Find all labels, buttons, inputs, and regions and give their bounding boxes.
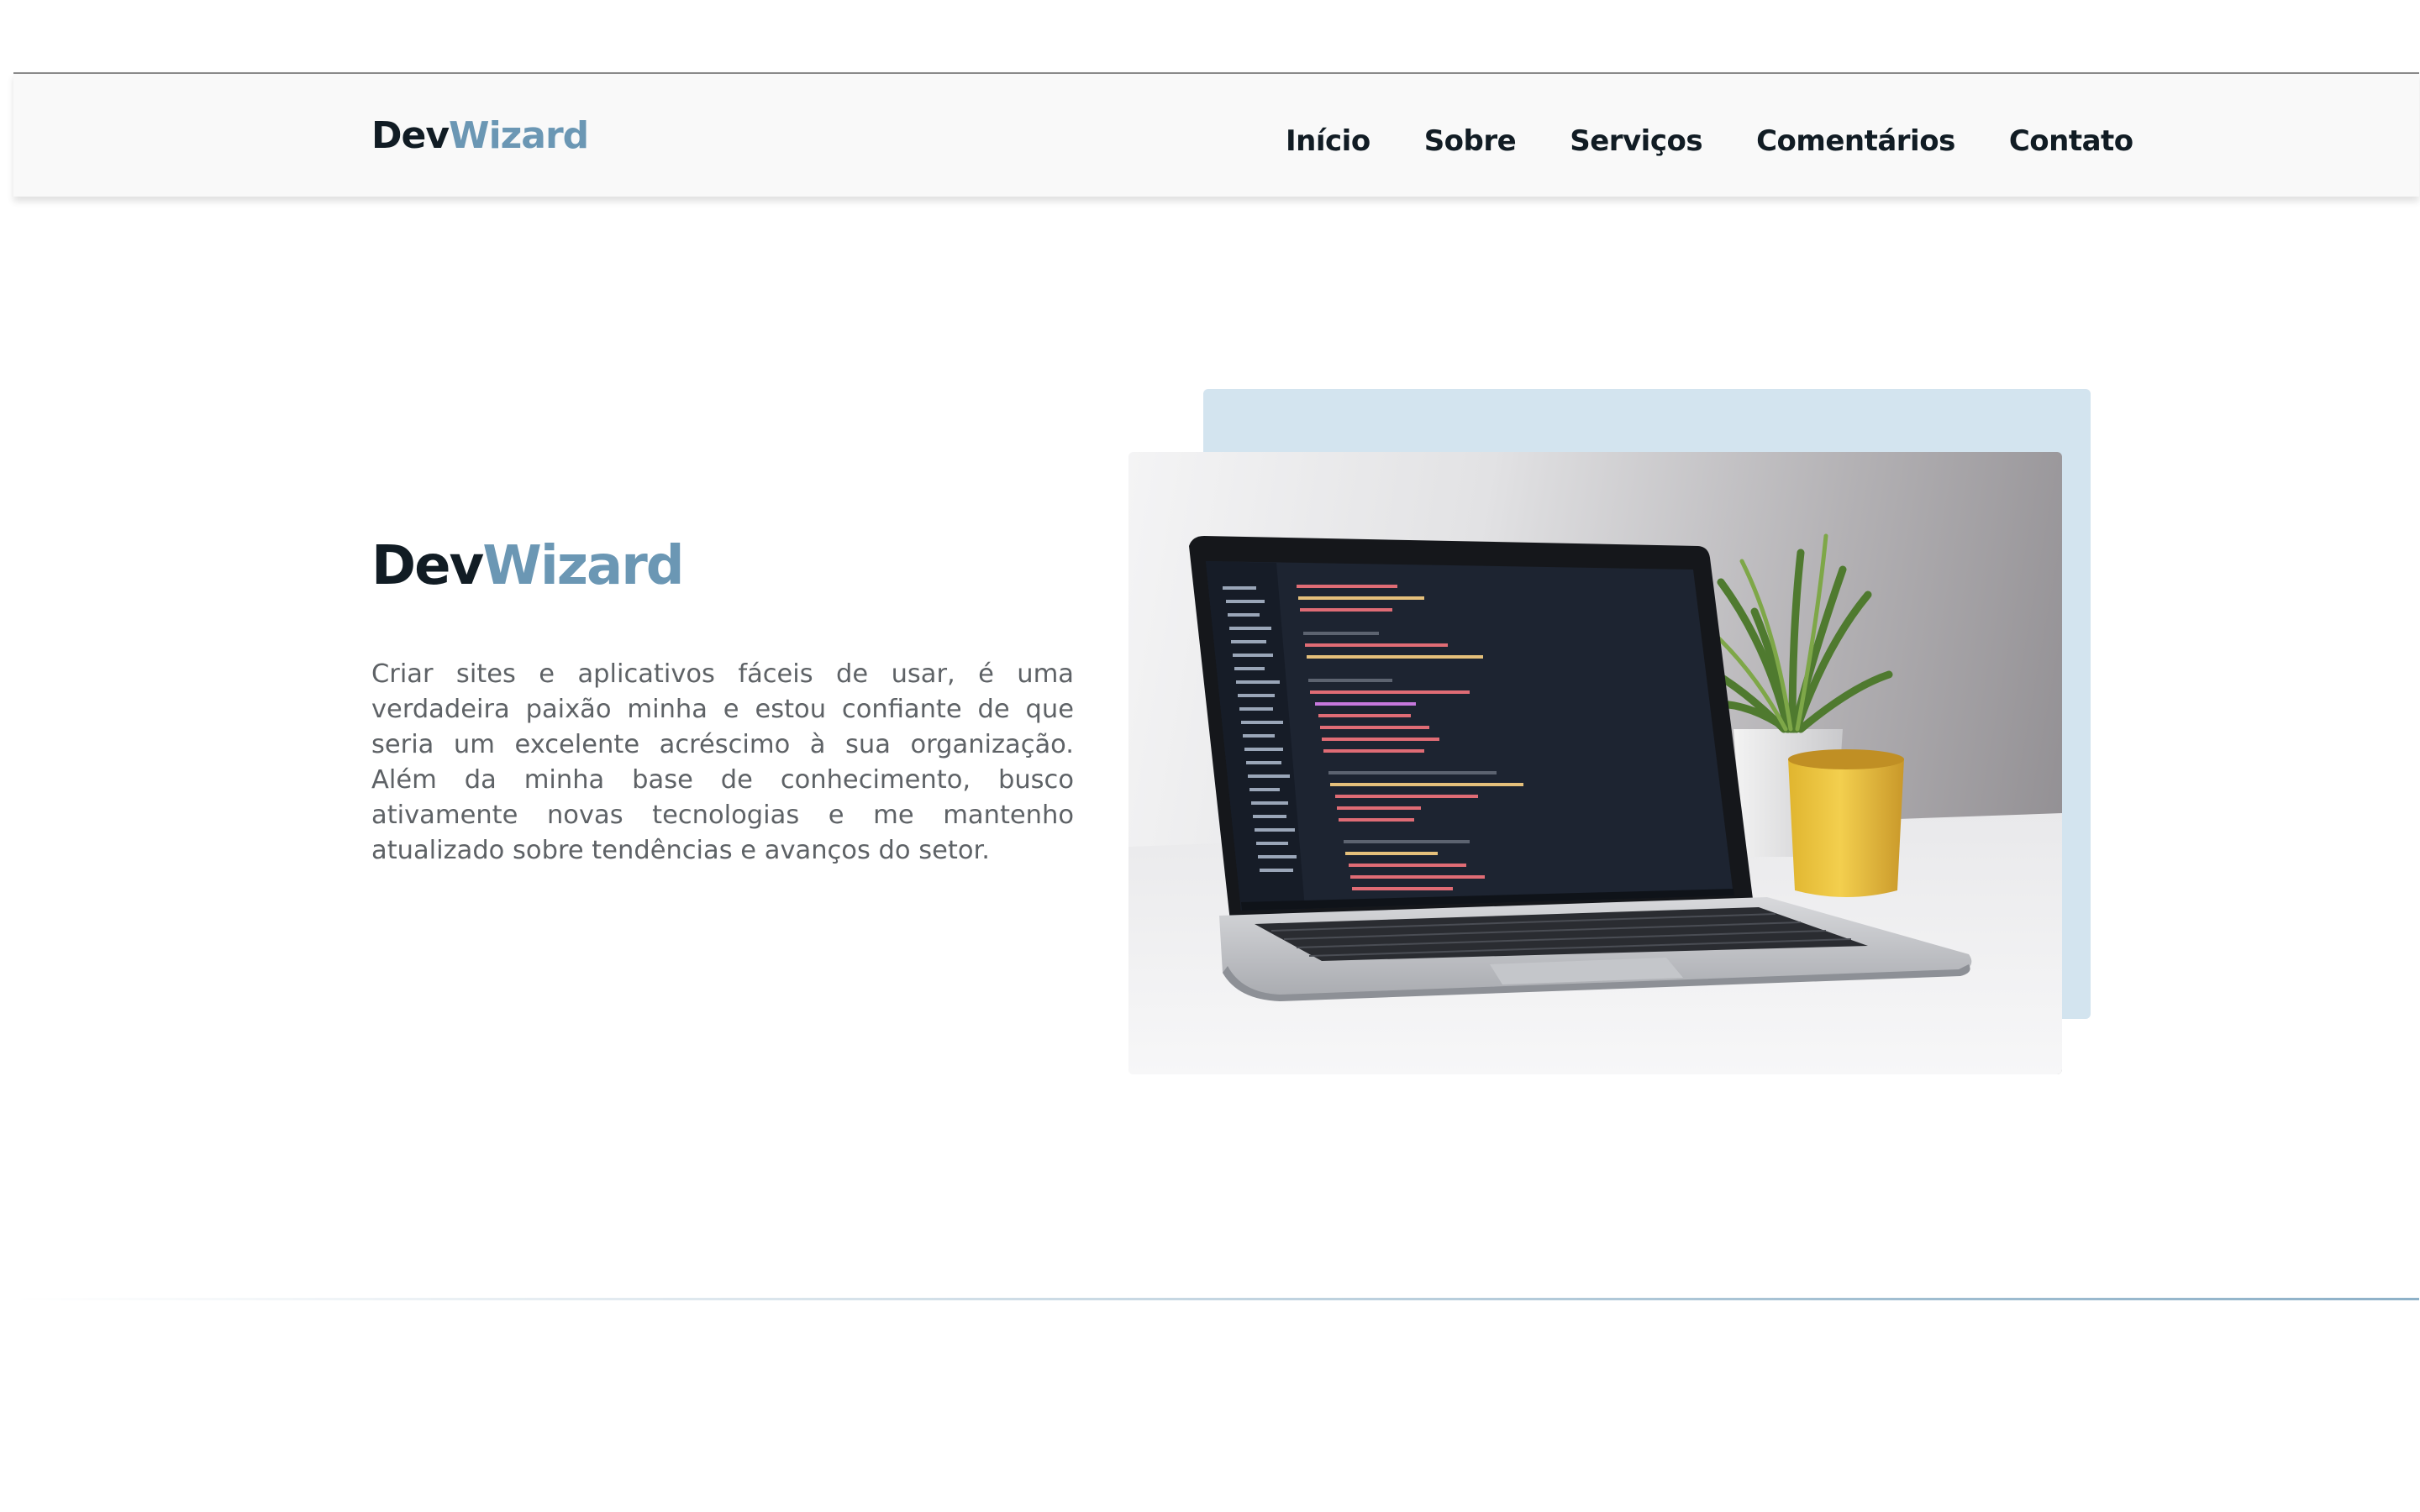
section-divider <box>13 1298 2419 1300</box>
hero-title: DevWizard <box>371 531 685 601</box>
main-nav: Início Sobre Serviços Comentários Contat… <box>1286 121 2133 161</box>
hero-title-wizard: Wizard <box>482 535 684 597</box>
nav-link-servicos[interactable]: Serviços <box>1570 124 1702 158</box>
logo[interactable]: DevWizard <box>371 113 589 160</box>
nav-link-inicio[interactable]: Início <box>1286 124 1370 158</box>
nav-link-contato[interactable]: Contato <box>2009 124 2133 158</box>
hero-laptop-image <box>1128 452 2062 1074</box>
hero-description: Criar sites e aplicativos fáceis de usar… <box>371 659 1074 865</box>
nav-link-comentarios[interactable]: Comentários <box>1756 124 1955 158</box>
laptop-illustration <box>1128 533 2062 1074</box>
logo-dev: Dev <box>371 114 450 157</box>
nav-link-sobre[interactable]: Sobre <box>1424 124 1517 158</box>
hero-title-dev: Dev <box>371 535 484 597</box>
logo-wizard: Wizard <box>449 114 589 157</box>
site-header: DevWizard Início Sobre Serviços Comentár… <box>13 72 2419 197</box>
